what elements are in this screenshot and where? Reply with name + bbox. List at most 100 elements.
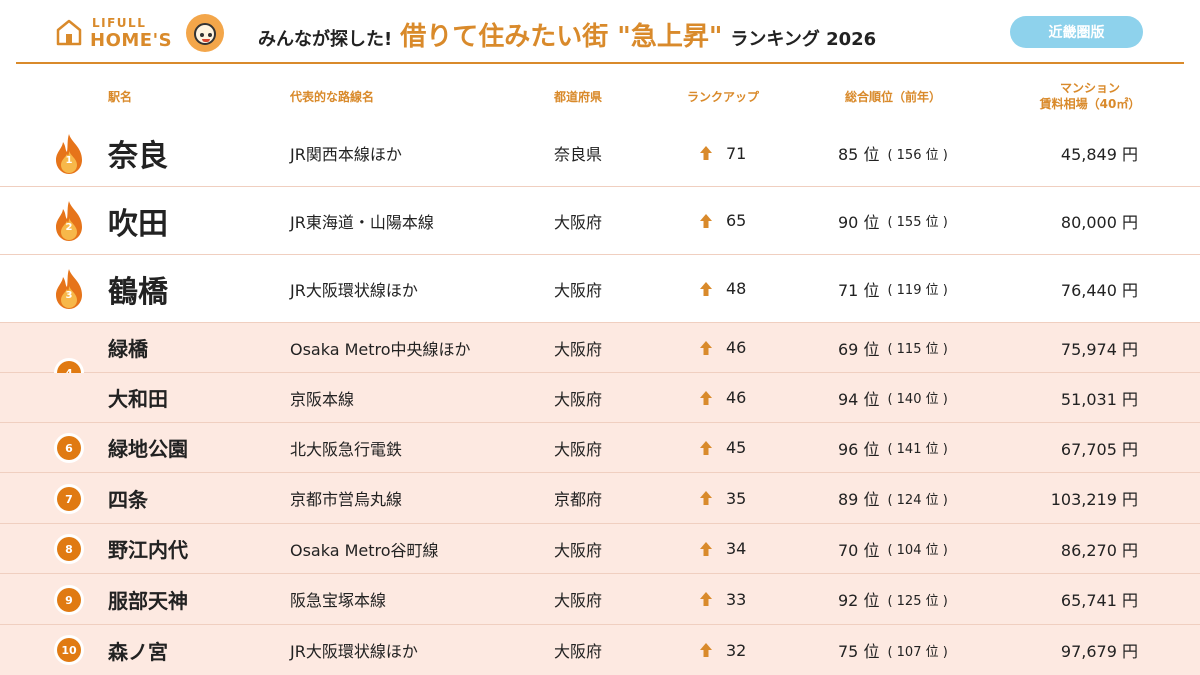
header-divider [16,62,1184,64]
rank-up: 65 [698,187,746,254]
previous-rank: ( 141 位 ) [887,442,948,457]
rent-value: 65,741 円 [1060,591,1138,610]
station-name[interactable]: 服部天神 [108,574,188,624]
flame-icon: 2 [53,200,85,242]
previous-rank: ( 119 位 ) [887,283,948,298]
station-name[interactable]: 鶴橋 [108,255,168,322]
line-name: JR関西本線ほか [290,145,402,164]
rank-number: 2 [65,222,73,233]
arrow-up-icon [700,340,712,355]
overall-rank-value: 90 位 [838,212,880,232]
previous-rank: ( 156 位 ) [887,147,948,163]
rent-value: 51,031 円 [1060,389,1138,409]
rank-up: 45 [698,423,746,472]
prefecture: 奈良県 [554,145,603,164]
overall-rank: 92 位 ( 125 位 ) [838,574,948,624]
rank-up-value: 45 [726,438,747,457]
prefecture: 大阪府 [554,389,603,409]
station-name[interactable]: 奈良 [108,120,168,186]
overall-rank: 70 位 ( 104 位 ) [838,524,948,573]
rank-up: 46 [698,323,746,372]
previous-rank: ( 104 位 ) [887,543,948,558]
station-name[interactable]: 吹田 [108,187,168,254]
station-name[interactable]: 四条 [108,473,148,523]
station-name[interactable]: 森ノ宮 [108,625,168,675]
arrow-up-icon [700,592,712,606]
line-name: 北大阪急行電鉄 [290,439,403,459]
line-name: Osaka Metro谷町線 [290,540,439,560]
arrow-up-icon [700,643,712,657]
table-row: 奈良 JR関西本線ほか 奈良県 71 85 位 ( 156 位 ) 45,849 円 [0,120,1200,187]
previous-rank: ( 140 位 ) [887,392,948,407]
line-name: JR大阪環状線ほか [290,642,418,661]
prefecture: 大阪府 [554,439,603,459]
rank-medal: 8 [57,537,81,561]
line-name: 阪急宝塚本線 [290,591,387,610]
rent-value: 103,219 円 [1050,490,1138,509]
rent-value: 86,270 円 [1060,540,1138,560]
rank-up-value: 46 [726,388,747,407]
prefecture: 大阪府 [554,642,603,661]
overall-rank-value: 85 位 [838,145,880,164]
overall-rank: 71 位 ( 119 位 ) [838,255,948,322]
column-header-rent: マンション 賃料相場（40㎡） [1040,80,1141,112]
flame-icon: 3 [53,268,85,310]
logo-big-text: HOME'S [90,30,173,51]
page-title: みんなが探した! 借りて住みたい街 "急上昇" ランキング 2026 [258,16,876,56]
arrow-up-icon [700,491,712,505]
prefecture: 大阪府 [554,591,603,610]
rank-up-value: 65 [726,211,747,230]
prefecture: 大阪府 [554,339,603,359]
rank-up-value: 71 [726,143,747,163]
region-badge[interactable]: 近畿圏版 [1010,16,1143,48]
column-header-station: 駅名 [108,90,133,104]
table-row: 大和田 京阪本線 大阪府 46 94 位 ( 140 位 ) 51,031 円 [0,373,1200,423]
line-name: Osaka Metro中央線ほか [290,339,471,359]
rank-up: 35 [698,473,746,523]
rank-up-value: 32 [726,640,747,660]
table-row: 吹田 JR東海道・山陽本線 大阪府 65 90 位 ( 155 位 ) 80,000 円 [0,187,1200,255]
table-row: 四条 京都市営烏丸線 京都府 35 89 位 ( 124 位 ) 103,219 円 [0,473,1200,524]
rank-up-value: 46 [726,338,747,357]
arrow-up-icon [700,281,712,296]
title-prefix: みんなが探した! [258,29,393,50]
rent-value: 67,705 円 [1060,439,1138,459]
previous-rank: ( 125 位 ) [887,593,948,609]
station-name[interactable]: 緑橋 [108,323,148,372]
rank-up: 33 [698,574,746,624]
column-header-rank-up: ランクアップ [686,90,760,104]
previous-rank: ( 155 位 ) [887,215,948,230]
table-row: 服部天神 阪急宝塚本線 大阪府 33 92 位 ( 125 位 ) 65,741 円 [0,574,1200,625]
column-header-rent-line2: 賃料相場（40㎡） [1039,97,1141,111]
station-name[interactable]: 緑地公園 [108,423,188,472]
table-row: 緑橋 Osaka Metro中央線ほか 大阪府 46 69 位 ( 115 位 ) 75,9… [0,323,1200,373]
table-row: 森ノ宮 JR大阪環状線ほか 大阪府 32 75 位 ( 107 位 ) 97,679 円 [0,625,1200,675]
header: LIFULL HOME'S みんなが探した! 借りて住みたい街 "急上昇" ラン… [0,0,1200,64]
rank-up-value: 33 [726,589,747,609]
line-name: JR大阪環状線ほか [290,280,418,300]
column-header-line: 代表的な路線名 [290,90,375,104]
overall-rank-value: 92 位 [838,591,880,610]
table-row: 鶴橋 JR大阪環状線ほか 大阪府 48 71 位 ( 119 位 ) 76,440 円 [0,255,1200,323]
rank-up: 34 [698,524,746,573]
rank-number: 3 [65,290,73,301]
title-suffix: ランキング 2026 [730,29,877,50]
station-name[interactable]: 大和田 [108,373,168,422]
overall-rank-value: 96 位 [838,439,880,459]
overall-rank: 69 位 ( 115 位 ) [838,323,948,372]
rank-up: 48 [698,255,746,322]
rank-medal: 10 [57,638,81,662]
overall-rank-value: 94 位 [838,389,880,409]
lifull-homes-logo[interactable]: LIFULL HOME'S [56,14,226,54]
previous-rank: ( 124 位 ) [887,492,948,508]
overall-rank-value: 70 位 [838,540,880,560]
station-name[interactable]: 野江内代 [108,524,188,573]
rank-up: 32 [698,625,746,675]
overall-rank: 94 位 ( 140 位 ) [838,373,948,422]
rank-number: 1 [65,155,73,166]
house-icon [56,19,82,46]
rank-up-value: 35 [726,488,747,508]
arrow-up-icon [700,440,712,455]
table-row: 緑地公園 北大阪急行電鉄 大阪府 45 96 位 ( 141 位 ) 67,705 円 [0,423,1200,473]
rent-value: 80,000 円 [1060,212,1138,232]
